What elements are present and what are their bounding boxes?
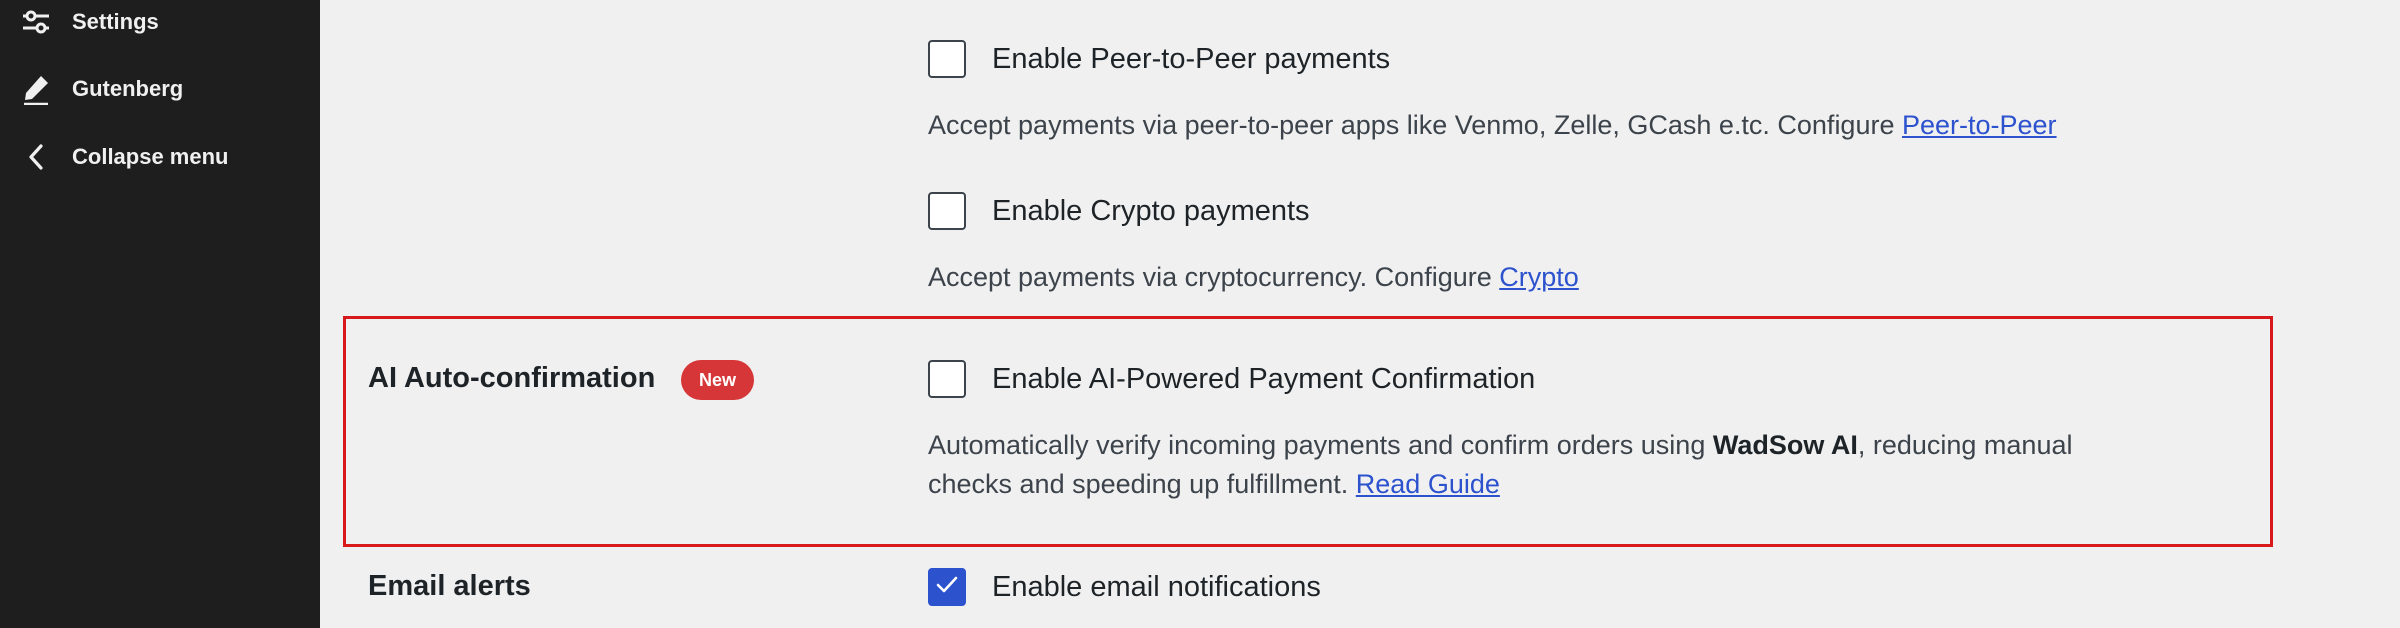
email-notifications-checkbox[interactable] xyxy=(928,568,966,606)
checkmark-icon xyxy=(935,575,959,600)
read-guide-link[interactable]: Read Guide xyxy=(1356,469,1500,499)
ai-description-text: Automatically verify incoming payments a… xyxy=(928,430,1713,460)
email-section-title: Email alerts xyxy=(368,570,531,602)
ai-confirmation-checkbox[interactable] xyxy=(928,360,966,398)
crypto-description-text: Accept payments via cryptocurrency. Conf… xyxy=(928,262,1500,292)
admin-sidebar: Settings Gutenberg Collapse menu xyxy=(0,0,320,628)
sidebar-item-label: Gutenberg xyxy=(72,76,184,101)
ai-description-text: checks and speeding up fulfillment. xyxy=(928,469,1356,499)
ai-section-title: AI Auto-confirmation xyxy=(368,362,656,394)
sidebar-item-label: Collapse menu xyxy=(72,144,229,169)
new-badge: New xyxy=(681,360,755,400)
ai-confirmation-checkbox-label: Enable AI-Powered Payment Confirmation xyxy=(992,363,1536,395)
ai-description-line1: Automatically verify incoming payments a… xyxy=(928,425,2072,465)
email-notifications-label: Enable email notifications xyxy=(992,571,1321,603)
p2p-configure-link[interactable]: Peer-to-Peer xyxy=(1902,110,2057,140)
sidebar-item-settings[interactable]: Settings xyxy=(0,0,320,50)
chevron-left-icon xyxy=(20,141,52,173)
sliders-icon xyxy=(20,6,52,38)
crypto-configure-link[interactable]: Crypto xyxy=(1499,262,1579,292)
sidebar-item-collapse-menu[interactable]: Collapse menu xyxy=(0,129,320,185)
p2p-description: Accept payments via peer-to-peer apps li… xyxy=(928,105,2057,145)
crypto-description: Accept payments via cryptocurrency. Conf… xyxy=(928,257,1579,297)
p2p-checkbox[interactable] xyxy=(928,40,966,78)
ai-description-line2: checks and speeding up fulfillment. Read… xyxy=(928,464,1500,504)
sidebar-item-label: Settings xyxy=(72,9,159,34)
ai-product-name: WadSow AI xyxy=(1712,430,1858,460)
crypto-checkbox[interactable] xyxy=(928,192,966,230)
crypto-checkbox-label: Enable Crypto payments xyxy=(992,195,1310,227)
p2p-description-text: Accept payments via peer-to-peer apps li… xyxy=(928,110,1902,140)
pencil-icon xyxy=(20,73,52,105)
ai-description-text: , reducing manual xyxy=(1857,430,2073,460)
p2p-checkbox-label: Enable Peer-to-Peer payments xyxy=(992,43,1391,75)
sidebar-item-gutenberg[interactable]: Gutenberg xyxy=(0,61,320,117)
